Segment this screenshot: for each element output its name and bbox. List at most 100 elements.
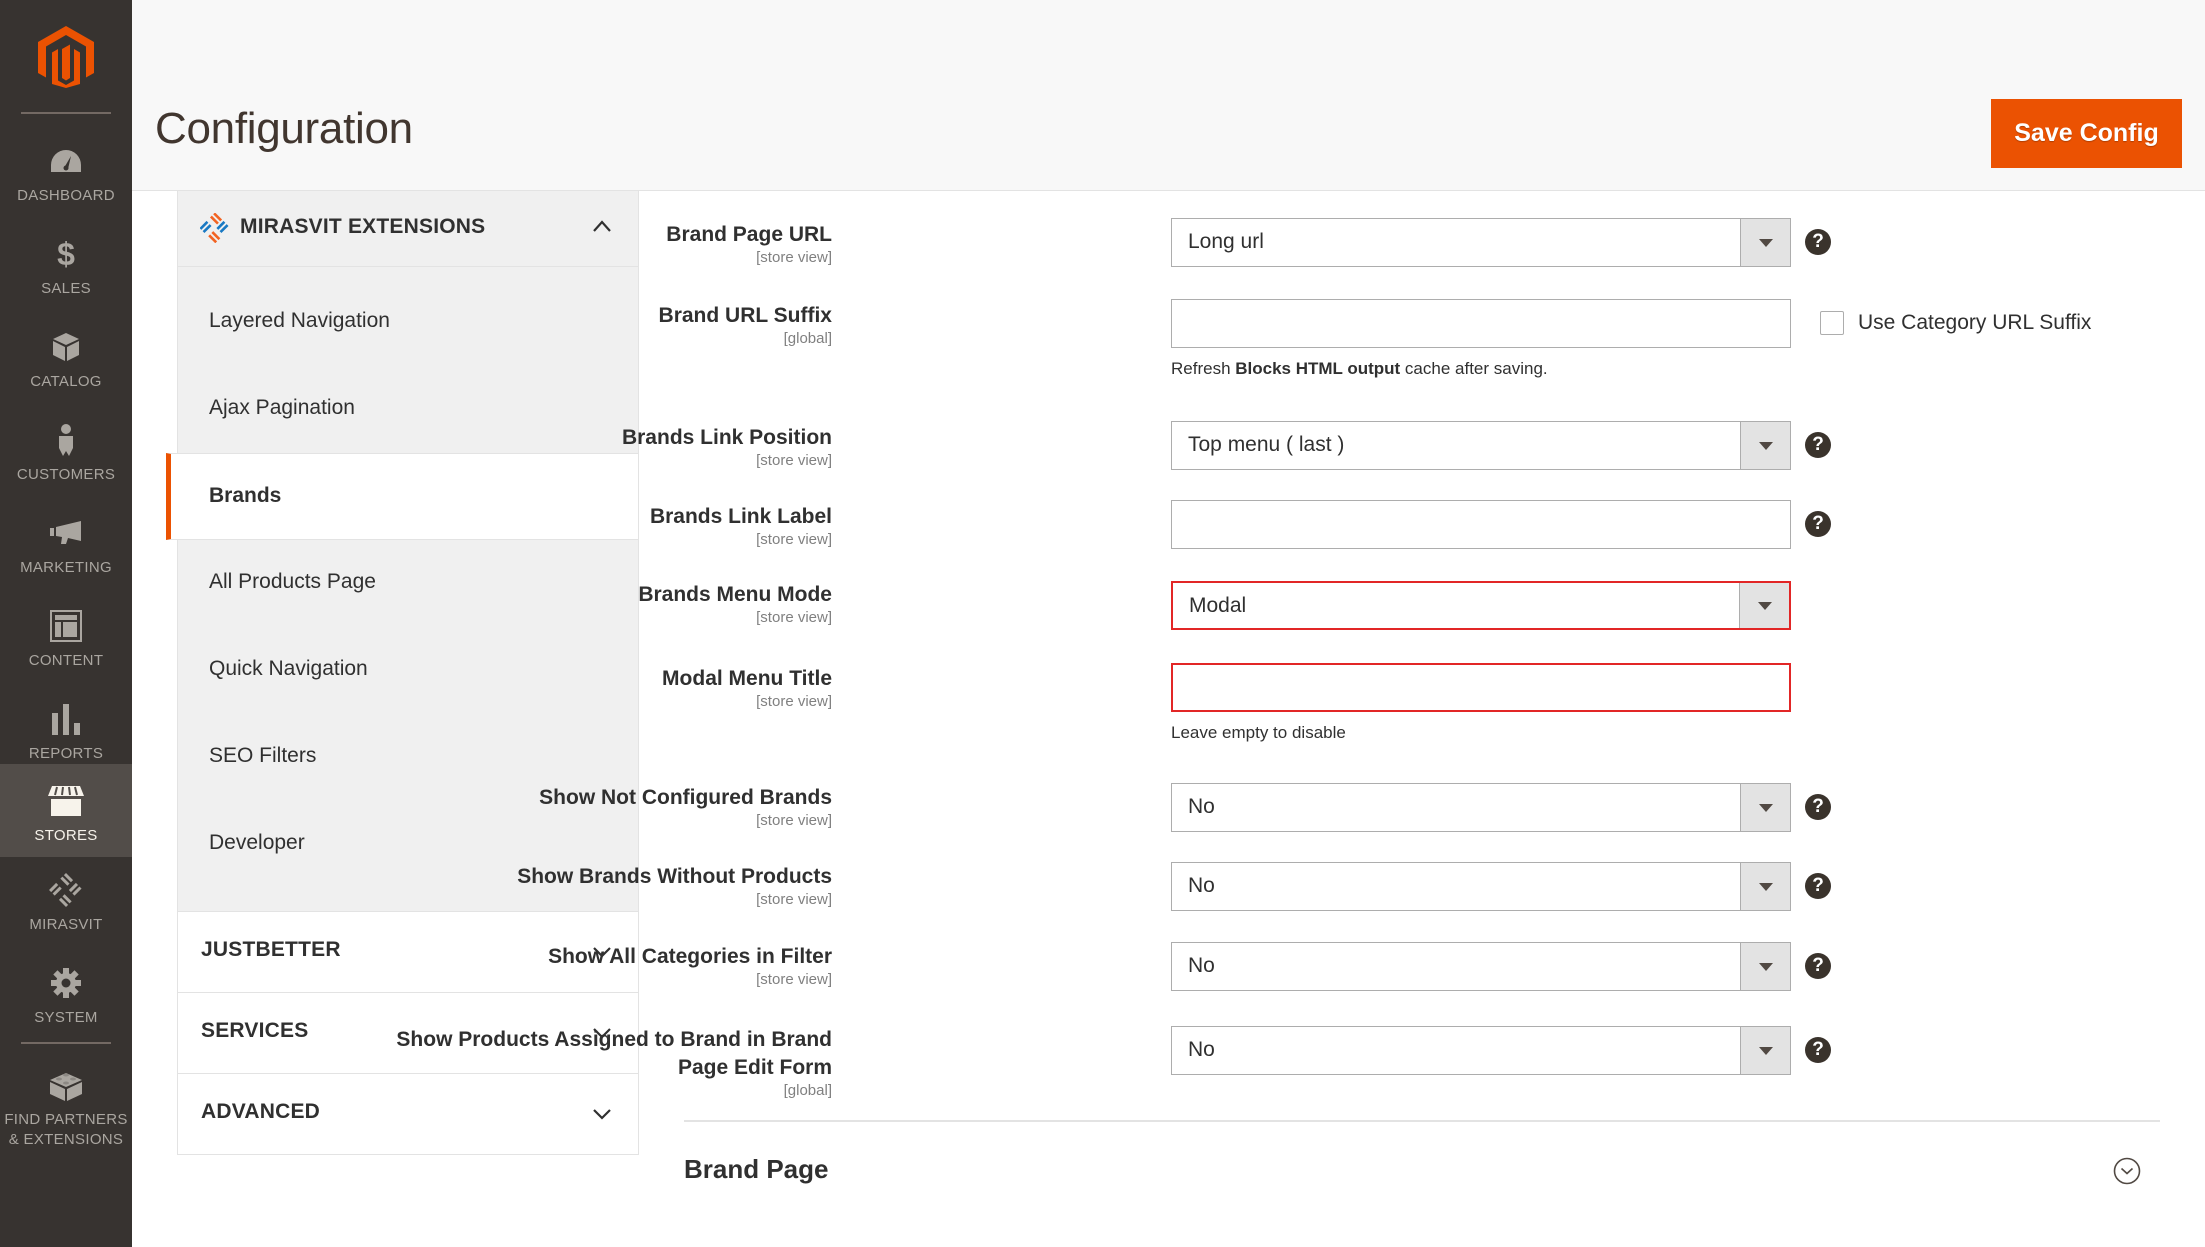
expand-circle-chevron-icon[interactable]	[2113, 1157, 2141, 1185]
dropdown-arrow-icon[interactable]	[1740, 219, 1790, 266]
brands-menu-mode-select[interactable]: Modal	[1171, 581, 1791, 630]
modal-menu-title-input[interactable]	[1171, 663, 1791, 712]
page-header: Configuration Save Config	[132, 0, 2205, 191]
nav-label: CATALOG	[30, 373, 102, 390]
dropdown-arrow-icon[interactable]	[1740, 863, 1790, 910]
help-icon[interactable]: ?	[1805, 432, 1831, 458]
nav-label: & EXTENSIONS	[8, 1131, 124, 1148]
tab-section-title: SERVICES	[201, 1019, 309, 1042]
brand-url-suffix-input[interactable]	[1171, 299, 1791, 348]
field-scope: [store view]	[756, 812, 832, 829]
show-brands-without-products-select[interactable]: No	[1171, 862, 1791, 911]
field-label: Show Not Configured Brands	[539, 786, 832, 809]
help-icon[interactable]: ?	[1805, 229, 1831, 255]
brands-link-label-field[interactable]	[1172, 501, 1790, 548]
nav-item-mirasvit[interactable]: MIRASVIT	[0, 857, 132, 950]
field-note: Leave empty to disable	[1171, 723, 1346, 742]
field-scope: [store view]	[756, 452, 832, 469]
nav-label: MIRASVIT	[29, 916, 103, 933]
nav-label: CONTENT	[28, 652, 104, 669]
show-all-categories-in-filter-select[interactable]: No	[1171, 942, 1791, 991]
checkbox[interactable]	[1820, 311, 1844, 335]
nav-label: MARKETING	[20, 559, 112, 576]
nav-item-system[interactable]: SYSTEM	[0, 950, 132, 1043]
help-icon[interactable]: ?	[1805, 953, 1831, 979]
nav-item-find-partners[interactable]: FIND PARTNERS & EXTENSIONS	[0, 1052, 132, 1152]
tab-label: Brands	[209, 484, 282, 507]
nav-label: SALES	[41, 280, 91, 297]
lego-brick-icon	[48, 1068, 84, 1102]
select-value: No	[1188, 1038, 1215, 1061]
nav-item-stores[interactable]: STORES	[0, 764, 132, 857]
nav-item-customers[interactable]: CUSTOMERS	[0, 407, 132, 500]
brands-link-position-select[interactable]: Top menu ( last )	[1171, 421, 1791, 470]
nav-item-sales[interactable]: $ SALES	[0, 221, 132, 314]
checkbox-label: Use Category URL Suffix	[1858, 311, 2092, 334]
select-value: Modal	[1189, 594, 1247, 617]
nav-item-content[interactable]: CONTENT	[0, 593, 132, 686]
tab-label: Ajax Pagination	[209, 396, 355, 419]
brand-url-suffix-field[interactable]	[1172, 300, 1790, 347]
select-value: Long url	[1188, 230, 1264, 253]
dropdown-arrow-icon[interactable]	[1740, 943, 1790, 990]
help-icon[interactable]: ?	[1805, 511, 1831, 537]
nav-label: CUSTOMERS	[16, 466, 116, 483]
nav-divider	[21, 112, 111, 114]
admin-nav: DASHBOARD $ SALES CATALOG CUSTOMERS MARK…	[0, 0, 132, 1247]
dashboard-icon	[48, 144, 84, 178]
nav-label: DASHBOARD	[17, 187, 115, 204]
help-icon[interactable]: ?	[1805, 794, 1831, 820]
nav-item-dashboard[interactable]: DASHBOARD	[0, 128, 132, 221]
select-value: Top menu ( last )	[1188, 433, 1345, 456]
chevron-down-icon	[593, 1109, 611, 1120]
nav-item-catalog[interactable]: CATALOG	[0, 314, 132, 407]
save-config-button[interactable]: Save Config	[1991, 99, 2182, 168]
dropdown-arrow-icon[interactable]	[1740, 1027, 1790, 1074]
field-label: Brand Page URL	[666, 223, 832, 246]
dropdown-arrow-icon[interactable]	[1740, 784, 1790, 831]
box-icon	[48, 330, 84, 364]
nav-label: REPORTS	[28, 745, 104, 762]
dropdown-arrow-icon[interactable]	[1740, 422, 1790, 469]
field-note: Refresh Blocks HTML output cache after s…	[1171, 359, 1548, 378]
person-icon	[48, 423, 84, 457]
field-scope: [global]	[783, 1082, 832, 1099]
field-scope: [store view]	[756, 971, 832, 988]
select-value: No	[1188, 954, 1215, 977]
mirasvit-icon	[48, 873, 84, 907]
tab-section-title: JUSTBETTER	[201, 938, 341, 961]
field-label: Show Brands Without Products	[517, 865, 832, 888]
mirasvit-logo-icon	[200, 213, 229, 243]
nav-label: STORES	[34, 827, 98, 844]
tab-section-title: ADVANCED	[201, 1100, 321, 1123]
gear-icon	[48, 966, 84, 1000]
show-not-configured-brands-select[interactable]: No	[1171, 783, 1791, 832]
section-divider	[684, 1120, 2160, 1122]
field-scope: [store view]	[756, 531, 832, 548]
storefront-icon	[48, 784, 84, 818]
use-category-url-suffix-checkbox[interactable]: Use Category URL Suffix	[1820, 311, 2091, 335]
field-label: Modal Menu Title	[662, 667, 832, 690]
field-label: Page Edit Form	[677, 1056, 832, 1079]
magento-logo-icon[interactable]	[38, 26, 94, 88]
help-icon[interactable]: ?	[1805, 1037, 1831, 1063]
field-scope: [store view]	[756, 249, 832, 266]
field-scope: [store view]	[756, 693, 832, 710]
field-label: Brands Menu Mode	[638, 583, 832, 606]
nav-item-marketing[interactable]: MARKETING	[0, 500, 132, 593]
nav-label: FIND PARTNERS	[4, 1111, 128, 1128]
field-label: Show All Categories in Filter	[548, 945, 832, 968]
field-label: Show Products Assigned to Brand in Brand	[396, 1028, 832, 1051]
brand-page-url-select[interactable]: Long url	[1171, 218, 1791, 267]
section-title-brand-page[interactable]: Brand Page	[684, 1154, 829, 1185]
layout-icon	[48, 609, 84, 643]
select-value: No	[1188, 874, 1215, 897]
brands-link-label-input[interactable]	[1171, 500, 1791, 549]
dropdown-arrow-icon[interactable]	[1739, 583, 1789, 628]
tab-label: Layered Navigation	[209, 309, 390, 332]
dollar-icon: $	[57, 235, 75, 272]
show-products-assigned-select[interactable]: No	[1171, 1026, 1791, 1075]
modal-menu-title-field[interactable]	[1173, 665, 1789, 710]
help-icon[interactable]: ?	[1805, 873, 1831, 899]
field-scope: [store view]	[756, 609, 832, 626]
